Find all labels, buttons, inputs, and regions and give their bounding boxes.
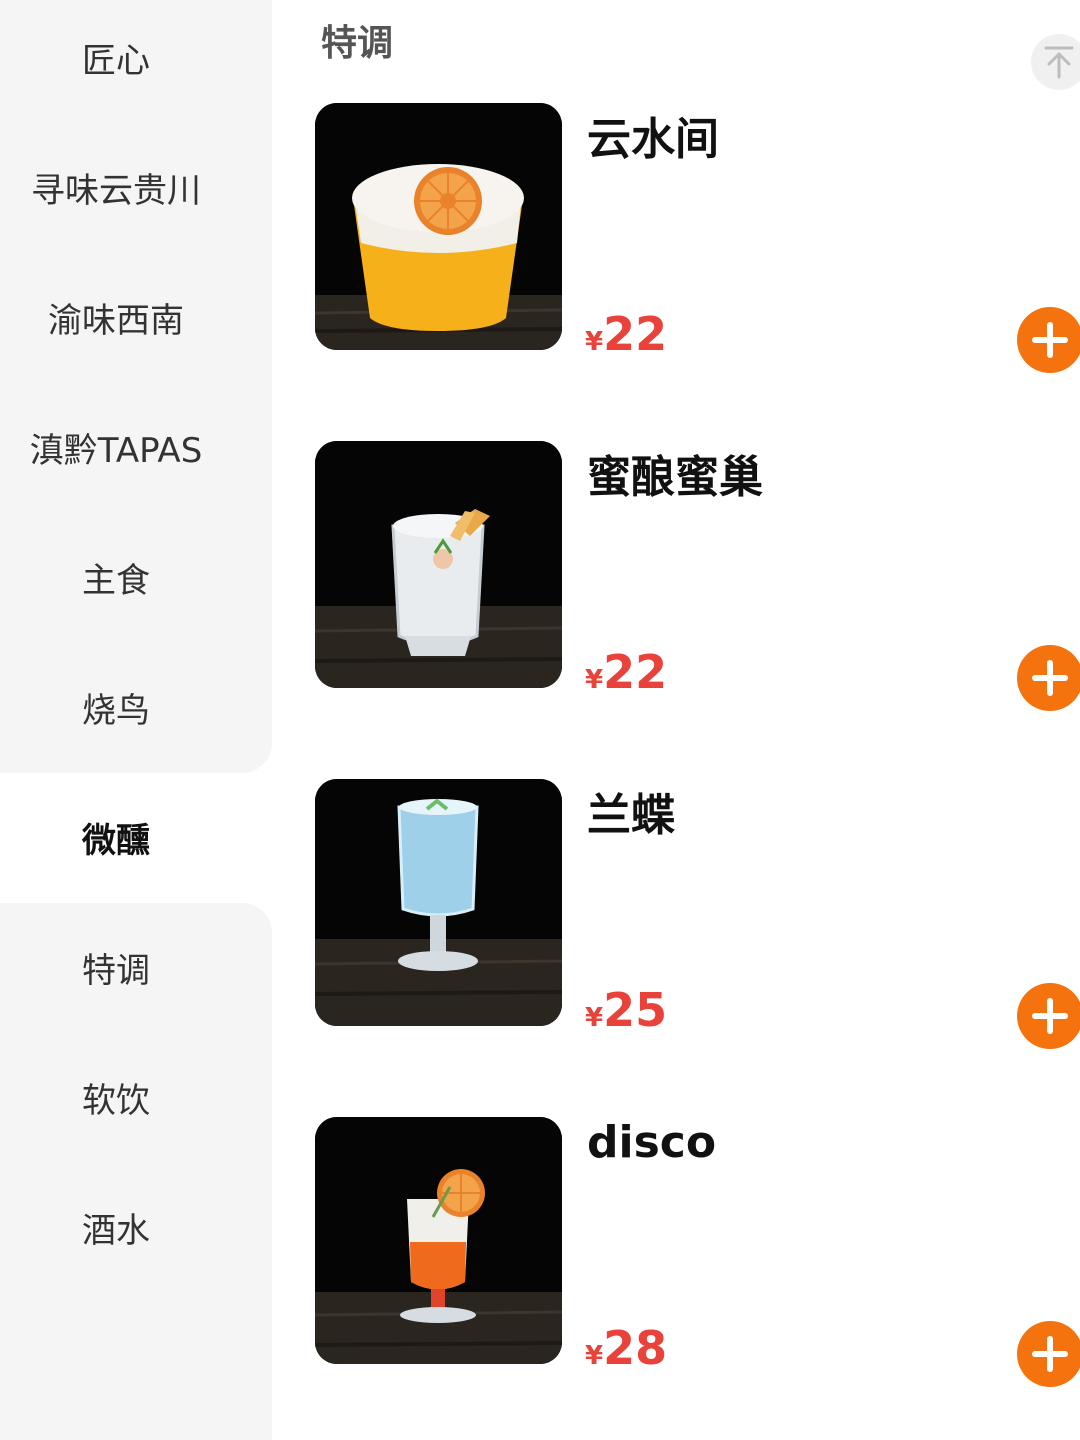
product-image[interactable] [315,779,562,1026]
price-amount: 25 [603,983,668,1037]
sidebar-item-weixun[interactable]: 微醺 [0,772,232,902]
add-to-cart-button[interactable] [1017,645,1080,711]
product-card[interactable]: disco ¥28 [315,1117,1080,1387]
add-to-cart-button[interactable] [1017,1321,1080,1387]
product-card[interactable]: 蜜酿蜜巢 ¥22 [315,441,1080,711]
sidebar-item-shaoniao[interactable]: 烧鸟 [0,642,232,772]
section-title: 特调 [321,23,394,64]
menu-screen: 匠心 寻味云贵川 渝味西南 滇黔TAPAS 主食 烧鸟 微醺 特调 软饮 酒水 … [0,0,1080,1440]
price-amount: 22 [603,307,668,361]
currency-symbol: ¥ [585,1003,604,1033]
product-price: ¥28 [585,1325,667,1371]
sidebar-item-zhushi[interactable]: 主食 [0,512,232,642]
product-card[interactable]: 兰蝶 ¥25 [315,779,1080,1049]
sidebar-item-jiangxin[interactable]: 匠心 [0,0,232,122]
product-image[interactable] [315,1117,562,1364]
orange-cocktail-image [315,103,562,350]
sidebar-item-yuwei-xinan[interactable]: 渝味西南 [0,252,232,382]
currency-symbol: ¥ [585,1341,604,1371]
sidebar-item-jiushui[interactable]: 酒水 [0,1162,232,1292]
back-to-top-button[interactable] [1031,34,1080,90]
currency-symbol: ¥ [585,327,604,357]
product-image[interactable] [315,441,562,688]
product-price: ¥22 [585,649,667,695]
product-name: disco [587,1117,717,1168]
honeycomb-cocktail-image [315,441,562,688]
price-amount: 22 [603,645,668,699]
sidebar-item-tediao[interactable]: 特调 [0,902,232,1032]
price-amount: 28 [603,1321,668,1375]
add-to-cart-button[interactable] [1017,983,1080,1049]
product-card[interactable]: 云水间 ¥22 [315,103,1080,373]
currency-symbol: ¥ [585,665,604,695]
disco-cocktail-image [315,1117,562,1364]
product-price: ¥25 [585,987,667,1033]
product-name: 云水间 [587,114,719,165]
arrow-up-to-top-icon [1044,46,1074,79]
blue-cocktail-image [315,779,562,1026]
add-to-cart-button[interactable] [1017,307,1080,373]
product-image[interactable] [315,103,562,350]
category-sidebar: 匠心 寻味云贵川 渝味西南 滇黔TAPAS 主食 烧鸟 微醺 特调 软饮 酒水 [0,0,272,1440]
sidebar-item-dianqian-tapas[interactable]: 滇黔TAPAS [0,382,232,512]
sidebar-item-ruanyin[interactable]: 软饮 [0,1032,232,1162]
product-name: 蜜酿蜜巢 [587,452,763,503]
product-name: 兰蝶 [587,790,675,841]
product-price: ¥22 [585,311,667,357]
sidebar-item-xunwei-yunguichuan[interactable]: 寻味云贵川 [0,122,232,252]
